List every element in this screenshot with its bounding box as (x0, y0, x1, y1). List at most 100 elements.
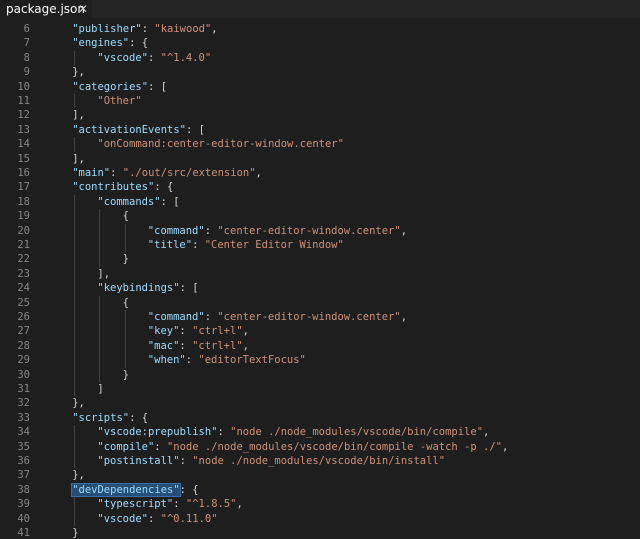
punc-token: { (122, 296, 129, 309)
code-line[interactable]: 14 "onCommand:center-editor-window.center… (0, 137, 640, 152)
punc-token: : (179, 339, 193, 352)
punc-token: : [ (185, 123, 205, 136)
indent-guide (74, 382, 76, 397)
code-line[interactable]: 33 "scripts": { (0, 411, 640, 425)
key-token: "command" (147, 224, 205, 237)
str-token: "onCommand:center-editor-window.center" (97, 138, 344, 151)
punc-token: ], (97, 267, 111, 280)
punc-token: : (185, 354, 199, 367)
code-line[interactable]: 20 "command": "center-editor-window.cente… (0, 223, 640, 238)
code-line[interactable]: 41} (0, 526, 640, 539)
code-line[interactable]: 38 "devDependencies": { (0, 482, 640, 497)
line-number: 26 (17, 311, 30, 323)
indent-guide (99, 223, 101, 238)
code-line[interactable]: 27 "key": "ctrl+l", (0, 324, 640, 339)
code-line[interactable]: 32}, (0, 396, 640, 410)
line-number: 41 (17, 527, 30, 539)
code-line[interactable]: 30} (0, 367, 640, 382)
indent-guide (124, 353, 126, 368)
code-text: }, (72, 65, 85, 79)
punc-token: , (211, 23, 218, 35)
code-line[interactable]: 9}, (0, 65, 640, 79)
tab-bar: package.json ✕ (0, 0, 640, 18)
line-number: 27 (17, 325, 30, 338)
key-token: "command" (147, 311, 205, 323)
indent-guide (74, 194, 76, 210)
indent-guide (124, 238, 126, 253)
line-number: 22 (17, 253, 30, 266)
key-token: "categories" (72, 80, 149, 93)
code-line[interactable]: 26 "command": "center-editor-window.cente… (0, 310, 640, 325)
code-line[interactable]: 15], (0, 152, 640, 166)
code-line[interactable]: 40 "vscode": "^0.11.0" (0, 511, 640, 526)
line-number: 6 (23, 23, 30, 35)
close-icon[interactable]: ✕ (78, 2, 88, 16)
line-number: 37 (17, 469, 30, 482)
tab-package-json[interactable]: package.json ✕ (0, 0, 92, 18)
punc-token: , (502, 440, 509, 453)
punc-token: ] (97, 383, 104, 395)
code-line[interactable]: 28 "mac": "ctrl+l", (0, 338, 640, 354)
punc-token: { (122, 210, 129, 223)
line-number: 25 (17, 296, 30, 309)
indent-guide (74, 266, 76, 282)
code-line[interactable]: 11 "Other" (0, 94, 640, 109)
code-line[interactable]: 21 "title": "Center Editor Window" (0, 238, 640, 253)
line-number: 21 (17, 239, 30, 251)
code-text: "vscode": "^1.4.0" (97, 51, 211, 65)
code-line[interactable]: 6 "publisher": "kaiwood", (0, 22, 640, 36)
indent-guide (74, 367, 76, 382)
code-line[interactable]: 7 "engines": { (0, 36, 640, 50)
code-line[interactable]: 29 "when": "editorTextFocus" (0, 353, 640, 368)
code-text: }, (72, 396, 85, 410)
str-token: "center-editor-window.center" (217, 224, 401, 237)
code-line[interactable]: 19 { (0, 209, 640, 224)
code-line[interactable]: 17 "contributes": { (0, 180, 640, 194)
code-line[interactable]: 34 "vscode:prepublish": "node ./node_modu… (0, 425, 640, 440)
str-token: "./out/src/extension" (122, 167, 256, 179)
code-text: "vscode:prepublish": "node ./node_module… (97, 425, 489, 439)
indent-guide (74, 454, 76, 469)
line-number: 40 (17, 512, 30, 525)
line-number: 10 (17, 80, 30, 93)
code-editor[interactable]: 6 "publisher": "kaiwood", 7 "engines": {8 "v… (0, 18, 640, 539)
indent-guide (74, 295, 76, 310)
key-token: "title" (147, 239, 193, 251)
punc-token: : (179, 325, 193, 338)
punc-token: , (483, 426, 490, 439)
code-line[interactable]: 31] (0, 382, 640, 397)
line-number: 36 (17, 455, 30, 467)
line-number: 19 (17, 210, 30, 223)
line-number: 14 (17, 138, 30, 151)
code-text: } (72, 526, 78, 539)
code-line[interactable]: 23], (0, 266, 640, 282)
indent-guide (74, 310, 76, 325)
line-number: 17 (17, 181, 30, 194)
punc-token: ], (72, 152, 85, 165)
code-text: { (123, 296, 129, 310)
code-line[interactable]: 39 "typescript": "^1.8.5", (0, 497, 640, 512)
code-text: } (123, 252, 129, 266)
code-line[interactable]: 18 "commands": [ (0, 194, 640, 210)
indent-guide (99, 338, 101, 354)
code-line[interactable]: 8 "vscode": "^1.4.0" (0, 50, 640, 66)
line-number: 38 (17, 483, 30, 496)
punc-token: , (242, 339, 249, 352)
code-line[interactable]: 16 "main": "./out/src/extension", (0, 166, 640, 180)
code-line[interactable]: 36 "postinstall": "node ./node_modules/vs… (0, 454, 640, 469)
key-token: "when" (147, 354, 186, 367)
code-line[interactable]: 10 "categories": [ (0, 80, 640, 94)
punc-token: : (217, 426, 231, 439)
line-number: 33 (17, 411, 30, 424)
code-line[interactable]: 22} (0, 252, 640, 267)
code-line[interactable]: 25 { (0, 295, 640, 310)
code-line[interactable]: 13 "activationEvents": [ (0, 123, 640, 137)
code-line[interactable]: 35 "compile": "node ./node_modules/vscode… (0, 439, 640, 454)
code-line[interactable]: 12], (0, 108, 640, 122)
code-line[interactable]: 24 "keybindings": [ (0, 281, 640, 296)
code-line[interactable]: 37}, (0, 468, 640, 482)
highlighted-key-token: "devDependencies" (71, 482, 181, 497)
punc-token: } (72, 527, 79, 539)
code-text: "categories": [ (72, 80, 167, 94)
line-number: 20 (17, 224, 30, 237)
